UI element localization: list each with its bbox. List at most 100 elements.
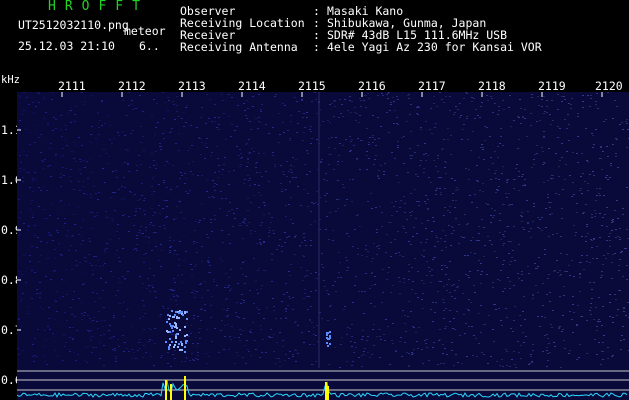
noise-speck — [197, 316, 199, 317]
noise-speck — [216, 285, 218, 286]
noise-speck — [503, 243, 505, 244]
noise-speck — [471, 202, 473, 203]
noise-speck — [122, 276, 124, 277]
noise-speck — [418, 327, 420, 328]
noise-speck — [211, 341, 213, 342]
noise-speck — [119, 303, 121, 304]
noise-speck — [259, 172, 261, 173]
noise-speck — [537, 316, 539, 317]
noise-speck — [260, 244, 262, 245]
noise-speck — [439, 329, 441, 330]
noise-speck — [64, 312, 66, 313]
noise-speck — [421, 280, 423, 281]
noise-speck — [550, 324, 552, 325]
noise-speck — [391, 202, 393, 203]
noise-speck — [190, 264, 192, 265]
noise-speck — [32, 344, 34, 345]
noise-speck — [80, 302, 82, 303]
noise-speck — [323, 179, 325, 180]
noise-speck — [446, 284, 448, 285]
noise-speck — [49, 328, 51, 329]
noise-speck — [170, 189, 172, 190]
noise-speck — [164, 200, 166, 201]
noise-speck — [185, 178, 187, 179]
noise-speck — [19, 234, 21, 235]
noise-speck — [424, 143, 426, 144]
noise-speck — [521, 212, 523, 213]
noise-speck — [522, 116, 524, 117]
noise-speck — [560, 367, 562, 368]
noise-speck — [143, 210, 145, 211]
noise-speck — [222, 242, 224, 243]
noise-speck — [246, 340, 248, 341]
noise-speck — [231, 326, 233, 327]
noise-speck — [19, 120, 21, 121]
noise-speck — [69, 351, 71, 352]
noise-speck — [38, 187, 40, 188]
noise-speck — [98, 342, 100, 343]
noise-speck — [104, 263, 106, 264]
noise-speck — [386, 279, 388, 280]
noise-speck — [416, 113, 418, 114]
noise-speck — [358, 291, 360, 292]
noise-speck — [607, 179, 609, 180]
noise-speck — [568, 103, 570, 104]
noise-speck — [464, 255, 466, 256]
meteor-echo-dot — [171, 341, 173, 343]
noise-speck — [346, 361, 348, 362]
noise-speck — [351, 201, 353, 202]
noise-speck — [95, 138, 97, 139]
noise-speck — [231, 124, 233, 125]
noise-speck — [66, 294, 68, 295]
noise-speck — [240, 153, 242, 154]
noise-speck — [39, 297, 41, 298]
noise-speck — [23, 151, 25, 152]
noise-speck — [517, 116, 519, 117]
noise-speck — [128, 92, 130, 93]
noise-speck — [204, 304, 206, 305]
noise-speck — [591, 289, 593, 290]
noise-speck — [171, 290, 173, 291]
noise-speck — [49, 165, 51, 166]
noise-speck — [62, 155, 64, 156]
noise-speck — [35, 106, 37, 107]
noise-speck — [50, 143, 52, 144]
noise-speck — [619, 228, 621, 229]
noise-speck — [289, 181, 291, 182]
noise-speck — [176, 186, 178, 187]
meteor-echo-dot — [329, 331, 331, 333]
meteor-echo-dot — [182, 314, 184, 316]
noise-speck — [139, 339, 141, 340]
noise-speck — [425, 153, 427, 154]
noise-speck — [505, 349, 507, 350]
noise-speck — [169, 252, 171, 253]
noise-speck — [595, 104, 597, 105]
noise-speck — [534, 263, 536, 264]
noise-speck — [586, 320, 588, 321]
noise-speck — [373, 243, 375, 244]
noise-speck — [444, 241, 446, 242]
meteor-echo-dot — [179, 329, 181, 331]
noise-speck — [440, 238, 442, 239]
noise-speck — [562, 189, 564, 190]
noise-speck — [151, 208, 153, 209]
noise-speck — [247, 210, 249, 211]
noise-speck — [258, 313, 260, 314]
noise-speck — [438, 177, 440, 178]
noise-speck — [272, 230, 274, 231]
noise-speck — [436, 106, 438, 107]
noise-speck — [68, 113, 70, 114]
noise-speck — [329, 212, 331, 213]
noise-speck — [30, 203, 32, 204]
noise-speck — [255, 167, 257, 168]
noise-speck — [298, 111, 300, 112]
noise-speck — [415, 293, 417, 294]
noise-speck — [104, 251, 106, 252]
noise-speck — [582, 101, 584, 102]
noise-speck — [587, 161, 589, 162]
noise-speck — [303, 132, 305, 133]
noise-speck — [89, 318, 91, 319]
noise-speck — [66, 320, 68, 321]
noise-speck — [450, 135, 452, 136]
noise-speck — [229, 336, 231, 337]
